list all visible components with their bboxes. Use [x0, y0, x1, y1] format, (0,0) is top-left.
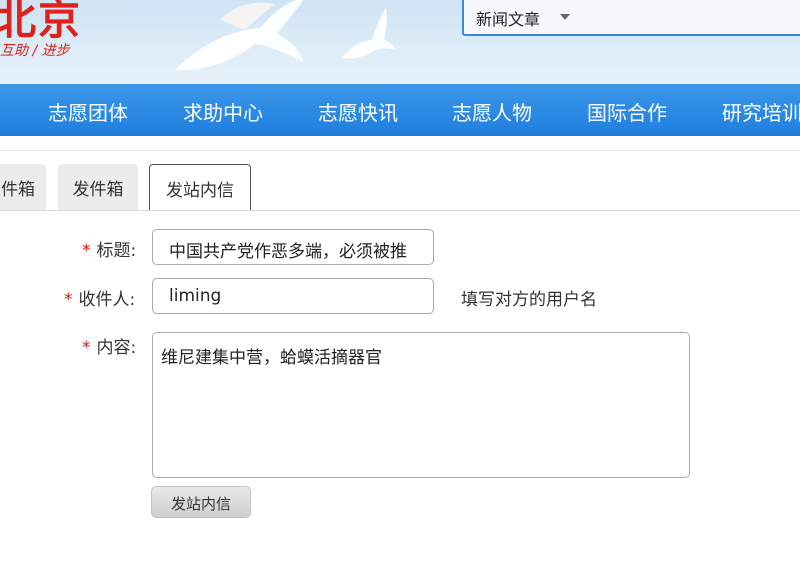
- nav-item-volunteer-groups[interactable]: 志愿团体: [48, 97, 128, 126]
- tab-outbox[interactable]: 发件箱: [58, 164, 138, 210]
- required-mark: *: [82, 241, 91, 261]
- content-textarea[interactable]: 维尼建集中营，蛤蟆活摘器官: [152, 332, 690, 478]
- dove-image-large: [175, 0, 304, 71]
- required-mark: *: [64, 290, 73, 310]
- site-tagline: 互助 / 进步: [0, 43, 70, 59]
- tab-compose-message[interactable]: 发站内信: [149, 164, 251, 210]
- title-input[interactable]: 中国共产党作恶多端，必须被推: [152, 229, 434, 265]
- header-banner: 北京 互助 / 进步 新闻文章: [0, 0, 800, 84]
- title-label: * 标题:: [82, 241, 137, 261]
- content-label: * 内容:: [82, 338, 137, 358]
- search-type-value: 新闻文章: [476, 10, 541, 29]
- chevron-down-icon: [560, 14, 570, 20]
- tab-inbox[interactable]: 件箱: [0, 164, 46, 210]
- nav-item-international[interactable]: 国际合作: [587, 97, 667, 126]
- recipient-label: * 收件人:: [64, 290, 136, 310]
- required-mark: *: [82, 338, 91, 358]
- nav-item-volunteer-people[interactable]: 志愿人物: [452, 97, 532, 126]
- dove-image-small: [342, 8, 396, 59]
- recipient-hint: 填写对方的用户名: [461, 290, 597, 310]
- send-message-button[interactable]: 发站内信: [151, 486, 251, 518]
- nav-item-help-center[interactable]: 求助中心: [183, 97, 263, 126]
- search-type-select[interactable]: 新闻文章: [462, 0, 800, 36]
- main-nav: 志愿团体 求助中心 志愿快讯 志愿人物 国际合作 研究培训: [0, 84, 800, 136]
- divider: [0, 150, 800, 151]
- nav-item-volunteer-news[interactable]: 志愿快讯: [318, 97, 398, 126]
- recipient-input[interactable]: liming: [152, 278, 434, 314]
- tabs-baseline: [0, 210, 800, 211]
- nav-item-research-training[interactable]: 研究培训: [722, 97, 800, 126]
